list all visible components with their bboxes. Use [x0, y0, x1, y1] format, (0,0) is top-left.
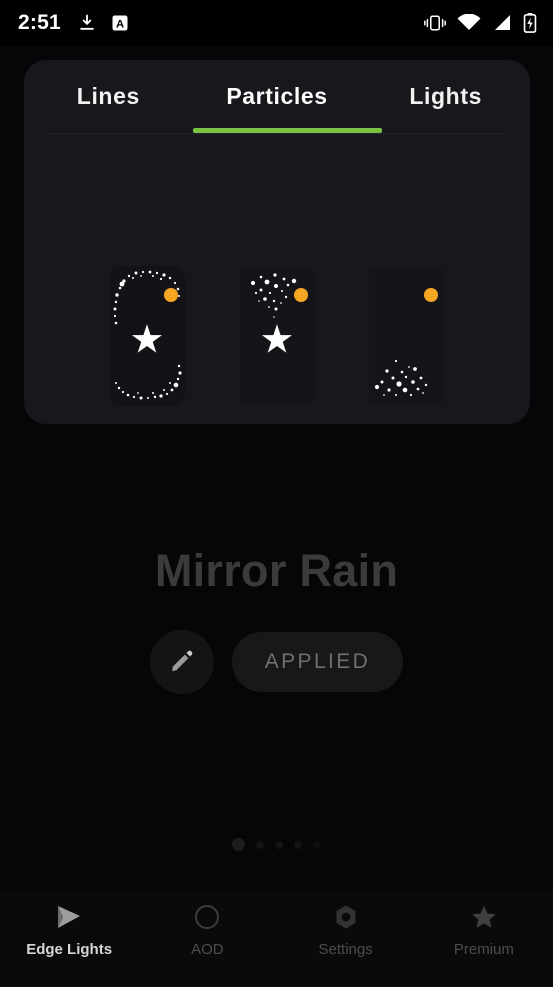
effect-action-row: APPLIED — [0, 630, 553, 694]
star-icon: ★ — [129, 318, 165, 362]
moon-clock-icon — [193, 900, 221, 934]
premium-badge — [424, 288, 438, 302]
page-dot[interactable] — [256, 840, 264, 849]
nav-item-edge-lights[interactable]: Edge Lights — [0, 900, 138, 958]
tab-particles[interactable]: Particles — [193, 83, 362, 110]
star-icon — [470, 900, 498, 934]
effects-panel: Lines Particles Lights ★ ★ — [24, 60, 530, 424]
svg-text:A: A — [116, 19, 124, 31]
edge-lights-icon — [54, 900, 84, 934]
page-dot[interactable] — [275, 840, 283, 849]
wifi-icon — [457, 14, 481, 32]
pencil-icon — [169, 648, 195, 677]
page-dot[interactable] — [232, 838, 245, 851]
bottom-sparkle-particles — [374, 359, 428, 397]
page-indicator — [0, 838, 553, 851]
premium-badge — [164, 288, 178, 302]
star-icon: ★ — [259, 318, 295, 362]
effect-preview-card-3[interactable] — [369, 266, 445, 406]
tab-lights[interactable]: Lights — [361, 83, 530, 110]
app-screen: 2:51 A Lines Particles Lights ★ ★ Mirror… — [0, 0, 553, 987]
nav-item-premium[interactable]: Premium — [415, 900, 553, 958]
status-bar: 2:51 A — [0, 0, 553, 46]
tab-lines[interactable]: Lines — [24, 83, 193, 110]
a-letter-icon: A — [111, 14, 129, 32]
premium-badge — [294, 288, 308, 302]
nav-label: AOD — [191, 941, 224, 958]
signal-icon — [492, 14, 512, 32]
status-clock: 2:51 — [18, 11, 61, 34]
nav-label: Premium — [453, 941, 514, 958]
gear-icon — [333, 900, 359, 934]
effect-preview-card-2[interactable]: ★ — [239, 266, 315, 406]
effect-title: Mirror Rain — [154, 545, 399, 596]
nav-label: Settings — [318, 941, 373, 958]
effect-preview-card-1[interactable]: ★ — [109, 266, 185, 406]
effect-preview-row: ★ ★ — [24, 266, 530, 406]
tab-bar: Lines Particles Lights — [24, 60, 530, 133]
nav-item-aod[interactable]: AOD — [138, 900, 276, 958]
tab-active-indicator — [193, 128, 382, 133]
status-icons-right — [424, 13, 541, 33]
edit-button[interactable] — [149, 630, 214, 694]
bottom-navigation: Edge Lights AOD Settings Premium — [0, 890, 553, 987]
battery-charging-icon — [523, 13, 537, 33]
nav-item-settings[interactable]: Settings — [277, 900, 415, 958]
page-dot[interactable] — [294, 840, 302, 849]
download-icon — [77, 13, 97, 33]
tab-divider — [48, 133, 506, 134]
vibrate-icon — [424, 14, 446, 32]
apply-button[interactable]: APPLIED — [231, 632, 404, 692]
page-dot[interactable] — [313, 840, 321, 849]
nav-label: Edge Lights — [26, 941, 113, 958]
